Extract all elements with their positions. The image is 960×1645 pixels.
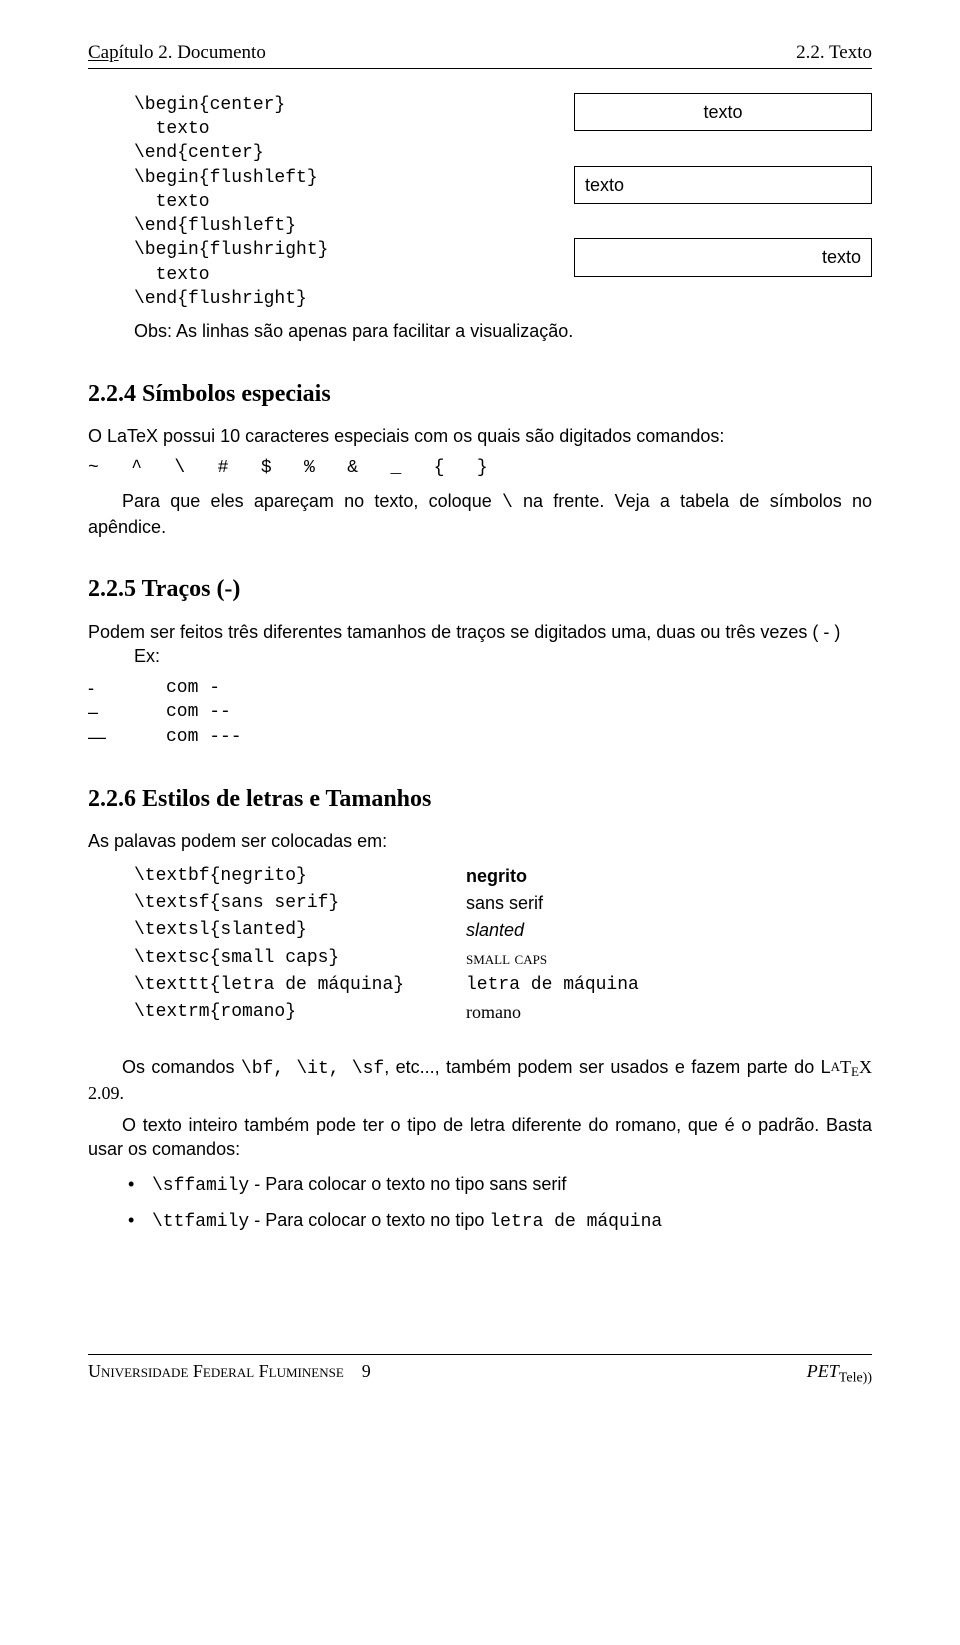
footer-left: Universidade Federal Fluminense 9: [88, 1359, 371, 1388]
out-smallcaps: small caps: [466, 946, 547, 970]
out-slanted: slanted: [466, 918, 524, 942]
code-center: \begin{center} texto \end{center}: [88, 93, 574, 166]
heading-2-2-6: 2.2.6 Estilos de letras e Tamanhos: [88, 783, 872, 815]
out-tt: letra de máquina: [466, 973, 639, 997]
s224-p1: O LaTeX possui 10 caracteres especiais c…: [88, 424, 872, 448]
bullet-icon: •: [128, 1208, 152, 1234]
obs-text: Obs: As linhas são apenas para facilitar…: [88, 319, 872, 343]
header-left-underline: Cap: [88, 42, 119, 63]
page-footer: Universidade Federal Fluminense 9 PETTel…: [88, 1354, 872, 1388]
demo-center: texto: [574, 93, 872, 131]
page-header: Capítulo 2. Documento 2.2. Texto: [88, 40, 872, 69]
heading-2-2-4: 2.2.4 Símbolos especiais: [88, 378, 872, 410]
heading-2-2-5: 2.2.5 Traços (-): [88, 573, 872, 605]
bullet-icon: •: [128, 1172, 152, 1198]
bullet-sffamily: • \sffamily - Para colocar o texto no ti…: [128, 1172, 872, 1198]
s224-chars: ~ ^ \ # $ % & _ { }: [88, 456, 872, 480]
table-row: \textbf{negrito}negrito: [134, 864, 872, 888]
footer-right: PETTele)): [807, 1359, 872, 1388]
demo-flushright: texto: [574, 238, 872, 276]
header-right: 2.2. Texto: [796, 40, 872, 66]
layout-row-center: \begin{center} texto \end{center} texto: [88, 93, 872, 166]
s226-p1: Os comandos \bf, \it, \sf, etc..., també…: [88, 1055, 872, 1106]
style-table: \textbf{negrito}negrito \textsf{sans ser…: [88, 864, 872, 1025]
table-row: \texttt{letra de máquina}letra de máquin…: [134, 973, 872, 997]
s225-ex: Ex:: [88, 644, 872, 668]
header-left: Capítulo 2. Documento: [88, 40, 266, 66]
out-sans: sans serif: [466, 891, 543, 915]
table-row: -com -: [88, 676, 872, 700]
table-row: \textrm{romano}romano: [134, 1000, 872, 1024]
out-roman: romano: [466, 1000, 521, 1024]
table-row: \textsl{slanted}slanted: [134, 918, 872, 942]
layout-row-flushright: \begin{flushright} texto \end{flushright…: [88, 238, 872, 311]
bullet-ttfamily: • \ttfamily - Para colocar o texto no ti…: [128, 1208, 872, 1234]
table-row: \textsc{small caps}small caps: [134, 946, 872, 970]
hyphen-table: -com - –com -- —com ---: [88, 676, 872, 749]
s225-intro: Podem ser feitos três diferentes tamanho…: [88, 620, 872, 644]
s226-p2: O texto inteiro também pode ter o tipo d…: [88, 1113, 872, 1162]
layout-row-flushleft: \begin{flushleft} texto \end{flushleft} …: [88, 166, 872, 239]
s224-p2: Para que eles apareçam no texto, coloque…: [88, 489, 872, 540]
code-flushleft: \begin{flushleft} texto \end{flushleft}: [88, 166, 574, 239]
table-row: \textsf{sans serif}sans serif: [134, 891, 872, 915]
code-flushright: \begin{flushright} texto \end{flushright…: [88, 238, 574, 311]
table-row: —com ---: [88, 725, 872, 749]
out-bold: negrito: [466, 864, 527, 888]
s226-intro: As palavas podem ser colocadas em:: [88, 829, 872, 853]
demo-flushleft: texto: [574, 166, 872, 204]
table-row: –com --: [88, 700, 872, 724]
